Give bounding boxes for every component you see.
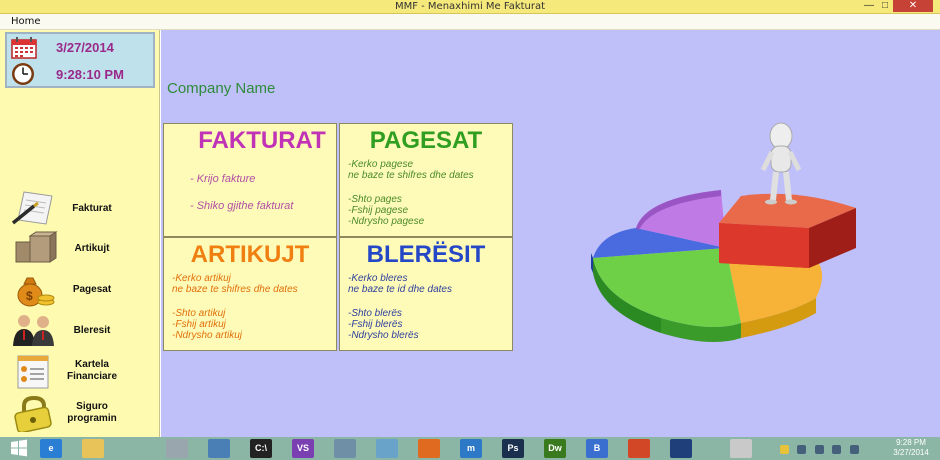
tray-network-icon[interactable] — [797, 445, 807, 454]
sidebar-item-label: Artikujt — [74, 243, 110, 254]
boxes-icon — [15, 231, 58, 263]
invoice-pen-icon — [11, 191, 53, 225]
card-title: FAKTURAT — [198, 127, 326, 154]
link-fshij-bleres[interactable]: -Fshij blerës — [348, 319, 402, 330]
sidebar-item-label: Kartela Financiare — [66, 359, 118, 382]
taskbar-clock[interactable]: 9:28 PM 3/27/2014 — [886, 438, 936, 458]
padlock-icon — [14, 396, 52, 432]
taskbar: e C:\ VS m Ps Dw B 9:28 PM 3/27/2014 — [0, 437, 940, 460]
photoshop-icon[interactable]: Ps — [502, 439, 524, 458]
company-name: Company Name — [167, 80, 276, 97]
search-hint: ne baze te id dhe dates — [348, 284, 452, 295]
sidebar-item-siguro-programin[interactable]: Siguro programin — [10, 396, 150, 434]
visual-studio-icon[interactable]: VS — [292, 439, 314, 458]
money-bag-icon: $ — [17, 277, 55, 307]
maximize-button[interactable]: □ — [878, 0, 892, 12]
vs-code-icon[interactable] — [670, 439, 692, 458]
people-icon — [13, 315, 54, 346]
current-time: 9:28:10 PM — [56, 67, 124, 82]
svg-text:$: $ — [26, 289, 33, 303]
link-kerko-bleres[interactable]: -Kerko bleres — [348, 273, 407, 284]
tray-battery-icon[interactable] — [849, 445, 859, 454]
search-hint: ne baze te shifres dhe dates — [172, 284, 298, 295]
card-bleresit[interactable]: BLERËSIT -Kerko bleres ne baze te id dhe… — [339, 237, 513, 351]
card-pagesat[interactable]: PAGESAT -Kerko pagese ne baze te shifres… — [339, 123, 513, 237]
bootstrap-icon[interactable]: B — [586, 439, 608, 458]
scanner-icon[interactable] — [166, 439, 188, 458]
maxthon-icon[interactable]: m — [460, 439, 482, 458]
tray-flag-icon[interactable] — [780, 445, 789, 454]
card-title: BLERËSIT — [366, 241, 486, 268]
taskbar-date: 3/27/2014 — [893, 448, 929, 457]
windows-logo-icon — [11, 439, 27, 457]
tray-volume-icon[interactable] — [832, 445, 842, 454]
pie-chart-illustration — [591, 122, 856, 342]
start-button[interactable] — [4, 439, 34, 458]
sidebar: 3/27/2014 9:28:10 PM Fakturat Artikujt $… — [0, 30, 160, 437]
card-artikujt[interactable]: ARTIKUJT -Kerko artikuj ne baze te shifr… — [163, 237, 337, 351]
link-ndrysho-bleres[interactable]: -Ndrysho blerës — [348, 330, 419, 341]
system-tray — [780, 441, 880, 456]
explorer-icon[interactable] — [82, 439, 104, 458]
sidebar-item-pagesat[interactable]: $ Pagesat — [10, 271, 150, 309]
sidebar-item-label: Bleresit — [73, 325, 111, 336]
link-fshij-artikuj[interactable]: -Fshij artikuj — [172, 319, 226, 330]
link-shiko-fakturat[interactable]: - Shiko gjithe fakturat — [190, 201, 293, 212]
ie-icon[interactable]: e — [40, 439, 62, 458]
taskbar-time: 9:28 PM — [896, 438, 926, 447]
sidebar-item-label: Siguro programin — [67, 401, 117, 424]
link-kerko-artikuj[interactable]: -Kerko artikuj — [172, 273, 231, 284]
link-ndrysho-pagese[interactable]: -Ndrysho pagese — [348, 216, 424, 227]
card-fakturat[interactable]: FAKTURAT - Krijo fakture - Shiko gjithe … — [163, 123, 337, 237]
powerpoint-icon[interactable] — [628, 439, 650, 458]
card-title: ARTIKUJT — [190, 241, 310, 268]
search-hint: ne baze te shifres dhe dates — [348, 170, 474, 181]
sidebar-item-label: Pagesat — [72, 284, 112, 295]
link-shto-bleres[interactable]: -Shto blerës — [348, 308, 402, 319]
sidebar-item-fakturat[interactable]: Fakturat — [10, 190, 150, 228]
link-shto-pages[interactable]: -Shto pages — [348, 194, 402, 205]
printer-icon[interactable] — [730, 439, 752, 458]
card-title: PAGESAT — [369, 127, 483, 154]
link-shto-artikuj[interactable]: -Shto artikuj — [172, 308, 225, 319]
link-krijo-fakture[interactable]: - Krijo fakture — [190, 174, 255, 185]
cmd-icon[interactable]: C:\ — [250, 439, 272, 458]
window-title: MMF - Menaxhimi Me Fakturat — [394, 1, 546, 12]
sidebar-item-bleresit[interactable]: Bleresit — [10, 312, 150, 350]
financial-card-icon — [17, 355, 49, 389]
current-date: 3/27/2014 — [56, 40, 114, 55]
link-kerko-pagese[interactable]: -Kerko pagese — [348, 159, 413, 170]
title-bar: MMF - Menaxhimi Me Fakturat — □ ✕ — [0, 0, 940, 14]
sidebar-item-artikujt[interactable]: Artikujt — [10, 230, 150, 268]
firefox-icon[interactable] — [418, 439, 440, 458]
menu-home[interactable]: Home — [11, 16, 41, 27]
close-button[interactable]: ✕ — [893, 0, 933, 12]
calendar-icon — [11, 37, 37, 59]
sidebar-item-label: Fakturat — [72, 203, 112, 214]
sidebar-item-kartela-financiare[interactable]: Kartela Financiare — [10, 354, 150, 392]
date-time-panel: 3/27/2014 9:28:10 PM — [5, 32, 155, 88]
main-panel: Company Name FAKTURAT - Krijo fakture - … — [161, 30, 940, 437]
calculator-icon[interactable] — [334, 439, 356, 458]
dreamweaver-icon[interactable]: Dw — [544, 439, 566, 458]
minimize-button[interactable]: — — [862, 0, 876, 12]
link-fshij-pagese[interactable]: -Fshij pagese — [348, 205, 408, 216]
remote-desktop-icon[interactable] — [208, 439, 230, 458]
clock-icon — [12, 63, 34, 85]
menu-bar: Home — [0, 14, 940, 30]
tray-display-icon[interactable] — [814, 445, 824, 454]
link-ndrysho-artikuj[interactable]: -Ndrysho artikuj — [172, 330, 242, 341]
notepad-icon[interactable] — [376, 439, 398, 458]
